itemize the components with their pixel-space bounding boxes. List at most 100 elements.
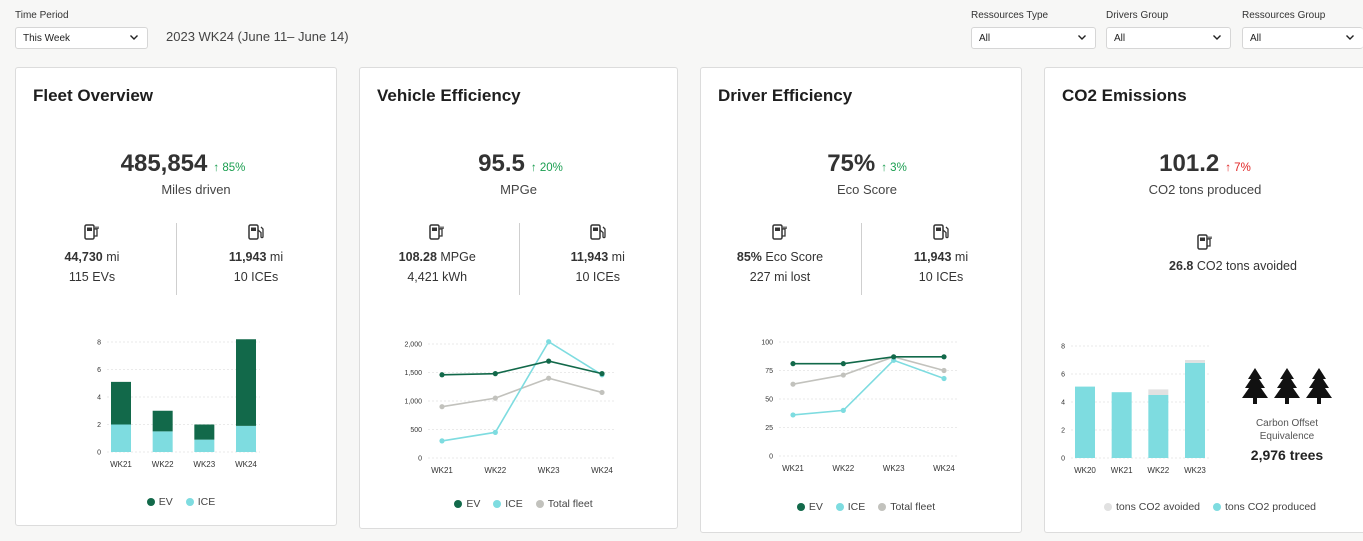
- legend-label-ev: EV: [158, 496, 173, 509]
- legend-swatch-co2-produced: [1212, 503, 1221, 512]
- drivers-group-select[interactable]: All: [1106, 27, 1231, 49]
- ice-miles-unit: mi: [269, 250, 284, 264]
- kpi-value: 95.5: [478, 150, 525, 177]
- resources-type-label: Ressources Type: [971, 10, 1049, 21]
- card-title: Vehicle Efficiency: [377, 86, 521, 105]
- period-range-text: 2023 WK24 (June 11– June 14): [166, 29, 349, 44]
- kpi-label: CO2 tons produced: [1148, 182, 1262, 197]
- point-total-fleet: [840, 372, 846, 378]
- ice-miles-value: 11,943: [913, 250, 952, 264]
- y-tick-label: 25: [765, 425, 773, 432]
- x-tick-label: WK23: [193, 460, 215, 469]
- bar-ice: [194, 439, 215, 452]
- point-ev: [941, 354, 947, 360]
- legend-label-co2-produced: tons CO2 produced: [1224, 501, 1317, 514]
- x-tick-label: WK22: [1147, 466, 1169, 475]
- driver-efficiency-card[interactable]: Driver Efficiency 75% ↑ 3% Eco Score 85% …: [700, 67, 1022, 533]
- point-ev: [439, 372, 445, 378]
- fleet-overview-card[interactable]: Fleet Overview 485,854 ↑ 85% Miles driven…: [15, 67, 337, 526]
- y-tick-label: 6: [97, 367, 101, 374]
- legend-label-ev: EV: [466, 498, 481, 511]
- tree-icon: [1306, 368, 1333, 404]
- legend-swatch-ice: [493, 500, 502, 509]
- bar-ev: [152, 410, 173, 432]
- bar-ev: [236, 339, 256, 426]
- time-period-select[interactable]: This Week: [15, 27, 148, 49]
- resources-group-label: Ressources Group: [1242, 10, 1326, 21]
- legend-label-ice: ICE: [505, 498, 523, 511]
- x-tick-label: WK22: [484, 466, 506, 475]
- bar-tons-co2-produced: [1111, 392, 1132, 458]
- bar-ev: [111, 381, 131, 425]
- x-tick-label: WK23: [538, 466, 560, 475]
- ice-miles-unit: mi: [954, 250, 969, 264]
- chart-legend: tons CO2 avoided tons CO2 produced: [1045, 501, 1363, 513]
- carbon-offset-block: Carbon Offset Equivalence 2,976 trees: [1237, 368, 1337, 463]
- y-tick-label: 75: [765, 368, 773, 375]
- bar-ev: [194, 424, 215, 440]
- point-ice: [790, 412, 796, 418]
- point-ev: [840, 361, 846, 367]
- x-tick-label: WK23: [883, 464, 905, 473]
- ev-eco-score-value: 85%: [736, 250, 762, 264]
- point-ev: [546, 358, 552, 364]
- legend-swatch-ice: [185, 498, 194, 507]
- bar-tons-co2-produced: [1148, 395, 1169, 458]
- point-ice: [439, 438, 445, 444]
- kpi-label: Eco Score: [837, 182, 897, 197]
- co2-bar-chart: 0 2 4 6 8 WK20 WK21 WK22 WK23: [1061, 344, 1209, 475]
- point-ev: [891, 354, 897, 360]
- series-line-ice: [441, 340, 603, 442]
- drivers-group-value: All: [1114, 33, 1126, 44]
- chart-legend: EV ICE: [16, 496, 336, 508]
- point-total-fleet: [599, 389, 605, 396]
- chart-legend: EV ICE Total fleet: [701, 501, 1021, 513]
- ev-mpge-value: 108.28: [398, 250, 437, 264]
- fuel-pump-icon: [248, 224, 264, 240]
- legend-label-total-fleet: Total fleet: [547, 498, 593, 511]
- resources-type-select[interactable]: All: [971, 27, 1096, 49]
- bar-ice: [111, 424, 131, 452]
- carbon-offset-label: Carbon Offset Equivalence: [1255, 418, 1319, 442]
- bar-tons-co2-produced: [1075, 386, 1095, 458]
- x-tick-label: WK23: [1184, 466, 1206, 475]
- x-tick-label: WK24: [591, 466, 613, 475]
- legend-swatch-ice: [835, 503, 844, 512]
- chevron-down-icon: [1078, 35, 1086, 40]
- kpi-label: MPGe: [500, 182, 537, 197]
- fleet-miles-bar-chart: 0 2 4 6 8 WK21 WK22 WK23 WK24: [97, 339, 260, 469]
- bar-ice: [152, 431, 173, 452]
- co2-emissions-card[interactable]: CO2 Emissions 101.2 ↑ 7% CO2 tons produce…: [1044, 67, 1363, 533]
- series-line-ice: [792, 359, 945, 416]
- y-tick-label: 0: [97, 450, 101, 457]
- ev-mpge-unit: MPGe: [440, 250, 476, 264]
- point-ice: [492, 429, 498, 435]
- kpi-value: 75%: [827, 150, 876, 177]
- legend-swatch-ev: [454, 500, 463, 509]
- x-tick-label: WK21: [782, 464, 804, 473]
- drivers-group-label: Drivers Group: [1106, 10, 1169, 21]
- vehicle-efficiency-card[interactable]: Vehicle Efficiency 95.5 ↑ 20% MPGe 108.28…: [359, 67, 678, 529]
- ice-count: 10 ICEs: [575, 270, 620, 284]
- ice-miles-value: 11,943: [228, 250, 267, 264]
- point-ice: [546, 339, 552, 345]
- legend-label-total-fleet: Total fleet: [890, 501, 936, 514]
- point-ice: [840, 407, 846, 413]
- resources-group-select[interactable]: All: [1242, 27, 1363, 49]
- y-tick-label: 0: [769, 454, 773, 461]
- resources-group-value: All: [1250, 33, 1262, 44]
- bar-tons-co2-avoided: [1148, 389, 1169, 395]
- point-total-fleet: [439, 404, 445, 410]
- legend-swatch-total-fleet: [878, 503, 887, 512]
- ev-kwh: 4,421 kWh: [407, 270, 468, 284]
- y-tick-label: 2: [97, 422, 101, 429]
- ev-miles-lost: 227 mi lost: [749, 270, 811, 284]
- legend-label-ice: ICE: [197, 496, 216, 509]
- chevron-down-icon: [1213, 35, 1221, 40]
- y-tick-label: 2,000: [404, 342, 422, 349]
- y-tick-label: 500: [410, 427, 422, 434]
- y-tick-label: 50: [765, 397, 773, 404]
- bar-tons-co2-avoided: [1185, 360, 1205, 363]
- x-tick-label: WK21: [1111, 466, 1133, 475]
- ev-charger-icon: [1197, 234, 1212, 250]
